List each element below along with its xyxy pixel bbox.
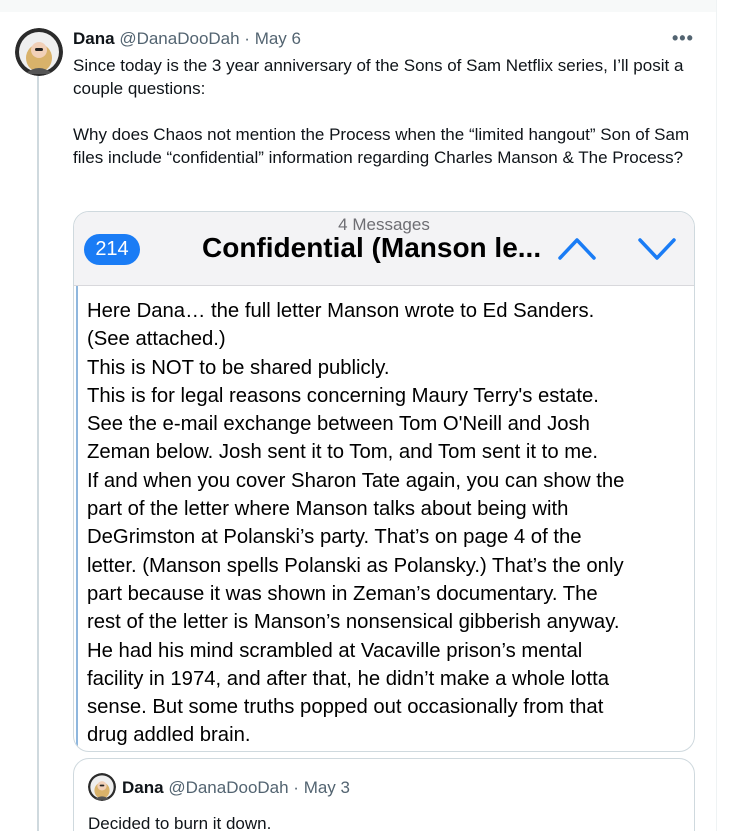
email-line: letter. (Manson spells Polanski as Polan… — [87, 554, 624, 577]
tweet-header: Dana @DanaDooDah · May 6 — [73, 28, 301, 50]
author-handle-date[interactable]: @DanaDooDah · May 6 — [119, 29, 301, 48]
email-line: sense. But some truths popped out occasi… — [87, 696, 604, 719]
chevron-down-icon — [638, 238, 676, 260]
email-line: part because it was shown in Zeman’s doc… — [87, 582, 598, 605]
email-line: This is for legal reasons concerning Mau… — [87, 384, 599, 407]
email-line: This is NOT to be shared publicly. — [87, 356, 390, 379]
chevron-up-icon — [558, 238, 596, 260]
unread-badge: 214 — [84, 234, 140, 265]
email-subject: Confidential (Manson le... — [202, 232, 542, 263]
top-strip — [0, 0, 716, 12]
right-column-edge — [716, 0, 739, 831]
email-line: Zeman below. Josh sent it to Tom, and To… — [87, 441, 599, 464]
tweet-paragraph: Why does Chaos not mention the Process w… — [73, 125, 690, 167]
author-name[interactable]: Dana — [73, 29, 115, 48]
email-line: facility in 1974, and after that, he did… — [87, 667, 609, 690]
email-line: (See attached.) — [87, 328, 226, 351]
quote-bar — [76, 286, 78, 751]
tweet-text: Since today is the 3 year anniversary of… — [73, 54, 703, 192]
email-line: part of the letter where Manson talks ab… — [87, 498, 569, 521]
thread-line — [37, 76, 39, 831]
quoted-header: Dana @DanaDooDah · May 3 — [122, 777, 350, 799]
email-line: DeGrimston at Polanski’s party. That’s o… — [87, 526, 582, 549]
email-screenshot-card[interactable]: 4 Messages 214 Confidential (Manson le..… — [73, 211, 695, 752]
tweet-paragraph: Since today is the 3 year anniversary of… — [73, 56, 684, 98]
quoted-avatar — [88, 773, 116, 801]
quoted-author-handle-date: @DanaDooDah · May 3 — [168, 778, 350, 797]
email-line: See the e-mail exchange between Tom O'Ne… — [87, 413, 590, 436]
quoted-author-name: Dana — [122, 778, 164, 797]
quoted-text: Decided to burn it down. — [88, 814, 272, 831]
email-line: rest of the letter is Manson’s nonsensic… — [87, 611, 620, 634]
email-header: 4 Messages 214 Confidential (Manson le..… — [74, 212, 694, 286]
email-line: Here Dana… the full letter Manson wrote … — [87, 300, 595, 322]
quoted-tweet[interactable]: Dana @DanaDooDah · May 3 Decided to burn… — [73, 758, 695, 831]
email-line: If and when you cover Sharon Tate again,… — [87, 469, 625, 492]
avatar[interactable] — [15, 28, 63, 76]
email-body: Here Dana… the full letter Manson wrote … — [87, 297, 687, 750]
email-line: He had his mind scrambled at Vacaville p… — [87, 639, 583, 662]
more-options-icon[interactable]: ••• — [672, 28, 694, 49]
email-line: drug addled brain. — [87, 724, 251, 747]
